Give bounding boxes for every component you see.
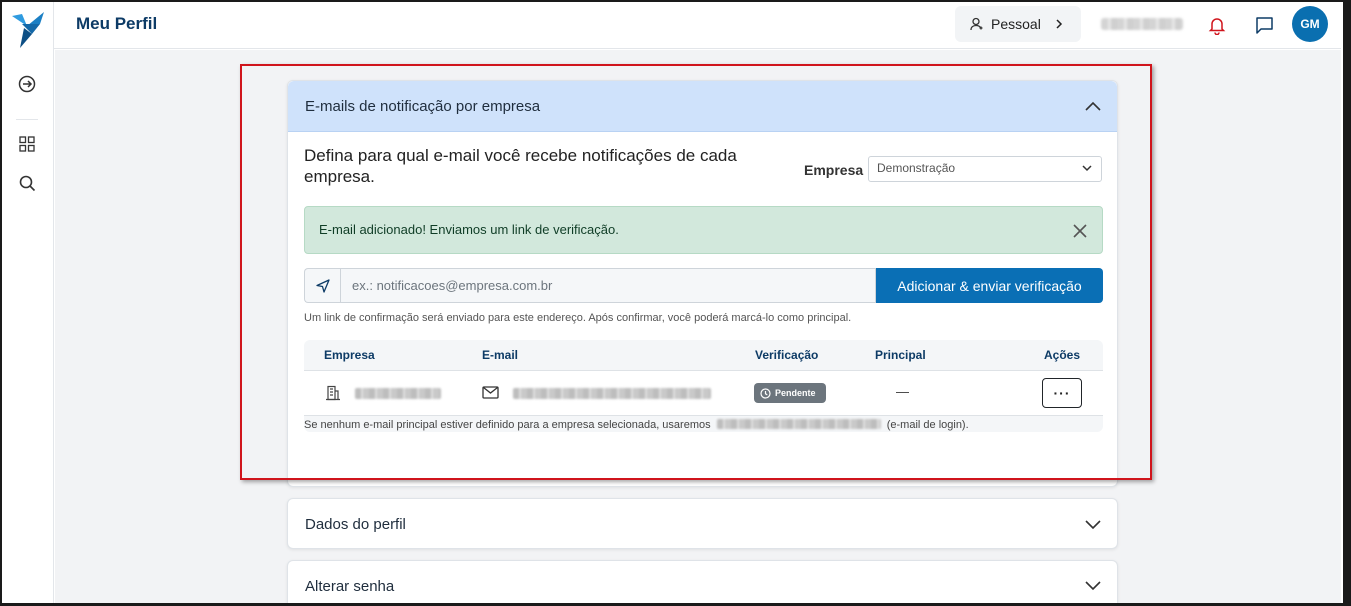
col-principal: Principal bbox=[875, 348, 926, 362]
col-verification: Verificação bbox=[755, 348, 819, 362]
company-label: Empresa bbox=[804, 162, 864, 178]
add-email-group: Adicionar & enviar verificação bbox=[304, 268, 1103, 303]
bird-logo-icon[interactable] bbox=[10, 10, 46, 50]
status-badge: Pendente bbox=[754, 383, 826, 403]
chevron-down-icon bbox=[1085, 519, 1101, 529]
chevron-right-icon bbox=[1056, 19, 1062, 29]
main-content: E-mails de notificação por empresa Defin… bbox=[55, 50, 1341, 606]
bell-icon[interactable] bbox=[1206, 14, 1228, 36]
add-and-verify-button[interactable]: Adicionar & enviar verificação bbox=[876, 268, 1103, 303]
success-alert: E-mail adicionado! Enviamos um link de v… bbox=[304, 206, 1103, 254]
more-actions-button[interactable]: ··· bbox=[1042, 378, 1082, 408]
chevron-up-icon bbox=[1085, 101, 1101, 111]
footer-text-after: (e-mail de login). bbox=[886, 419, 969, 431]
change-password-card: Alterar senha bbox=[287, 560, 1118, 606]
chevron-down-icon bbox=[1082, 165, 1092, 172]
emails-table: Empresa E-mail Verificação Principal Açõ… bbox=[304, 340, 1103, 432]
profile-data-card: Dados do perfil bbox=[287, 498, 1118, 549]
hint-text: Um link de confirmação será enviado para… bbox=[304, 312, 852, 324]
page-title: Meu Perfil bbox=[76, 14, 158, 33]
user-name-redacted bbox=[1101, 18, 1183, 30]
footer-text-before: Se nenhum e-mail principal estiver defin… bbox=[304, 419, 711, 431]
change-password-title: Alterar senha bbox=[305, 577, 395, 595]
company-name-redacted bbox=[355, 388, 441, 399]
chat-icon[interactable] bbox=[1253, 14, 1275, 36]
change-password-header[interactable]: Alterar senha bbox=[288, 561, 1117, 606]
col-company: Empresa bbox=[324, 348, 375, 362]
user-icon bbox=[970, 17, 983, 31]
intro-text: Defina para qual e-mail você recebe noti… bbox=[304, 146, 737, 186]
alert-text: E-mail adicionado! Enviamos um link de v… bbox=[319, 222, 619, 237]
card-title: E-mails de notificação por empresa bbox=[305, 97, 541, 115]
context-switcher-button[interactable]: Pessoal bbox=[955, 6, 1081, 42]
rail-divider bbox=[16, 119, 38, 120]
mail-icon bbox=[482, 386, 499, 399]
status-text: Pendente bbox=[775, 388, 816, 398]
more-icon: ··· bbox=[1053, 385, 1071, 401]
close-icon[interactable] bbox=[1070, 221, 1090, 241]
grid-icon[interactable] bbox=[15, 132, 39, 156]
chevron-down-icon bbox=[1085, 581, 1101, 591]
company-selected: Demonstração bbox=[877, 161, 956, 175]
search-icon[interactable] bbox=[15, 171, 39, 195]
context-label: Pessoal bbox=[991, 16, 1041, 32]
left-rail bbox=[2, 2, 54, 603]
col-email: E-mail bbox=[482, 348, 519, 362]
avatar[interactable]: GM bbox=[1292, 6, 1328, 42]
table-header: Empresa E-mail Verificação Principal Açõ… bbox=[304, 340, 1103, 371]
expand-menu-icon[interactable] bbox=[15, 72, 39, 96]
building-icon bbox=[326, 385, 340, 401]
table-row: Pendente — ··· bbox=[304, 371, 1103, 416]
top-bar: Meu Perfil Pessoal GM bbox=[54, 2, 1341, 49]
table-footer: Se nenhum e-mail principal estiver defin… bbox=[304, 416, 1103, 432]
clock-icon bbox=[760, 387, 771, 399]
email-redacted bbox=[513, 388, 711, 399]
profile-data-header[interactable]: Dados do perfil bbox=[288, 499, 1117, 550]
email-input[interactable] bbox=[340, 268, 876, 303]
company-select[interactable]: Demonstração bbox=[868, 156, 1102, 182]
profile-data-title: Dados do perfil bbox=[305, 516, 406, 533]
notification-emails-header[interactable]: E-mails de notificação por empresa bbox=[288, 81, 1117, 132]
notification-emails-card: E-mails de notificação por empresa Defin… bbox=[287, 80, 1118, 487]
login-email-redacted bbox=[716, 419, 881, 429]
principal-value: — bbox=[896, 384, 909, 399]
send-icon bbox=[304, 268, 340, 303]
col-actions: Ações bbox=[1044, 348, 1081, 362]
